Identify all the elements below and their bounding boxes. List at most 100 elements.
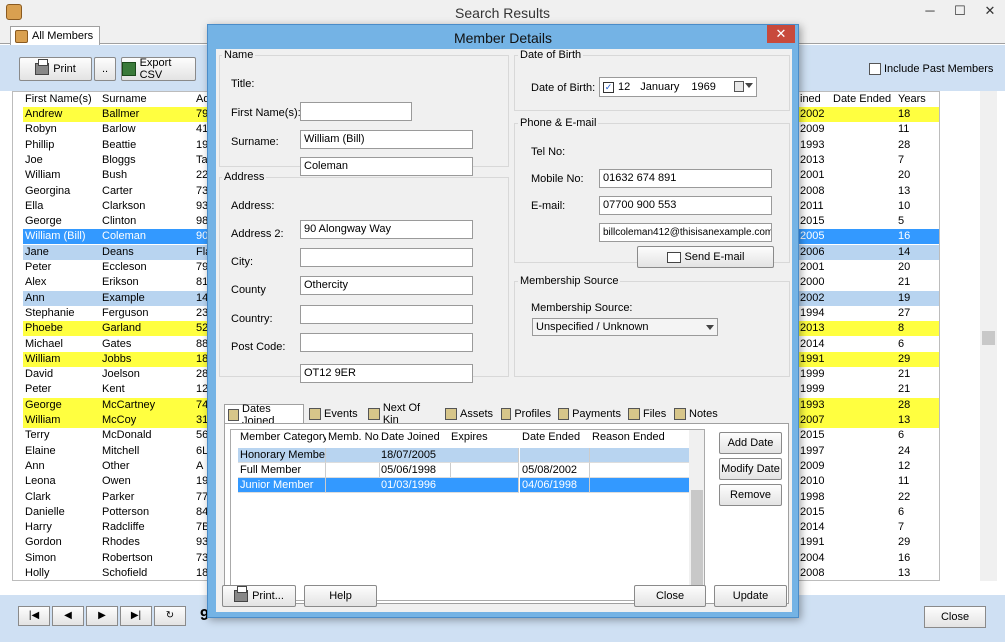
scroll-thumb[interactable]: [691, 490, 703, 585]
col-reason-ended[interactable]: Reason Ended: [590, 430, 690, 445]
dob-picker[interactable]: ✓ 12 January 1969: [599, 77, 757, 97]
cell-ended: [831, 199, 896, 214]
tab-files[interactable]: Files: [625, 404, 670, 423]
close-window-button[interactable]: ✕: [975, 0, 1005, 24]
cell-joined: 1999: [800, 368, 825, 381]
mobile-input[interactable]: 07700 900 553: [599, 196, 772, 215]
cell-surname: Eccleson: [102, 261, 147, 273]
address2-input[interactable]: [300, 248, 473, 267]
minimize-button[interactable]: ─: [915, 0, 945, 24]
col-expires[interactable]: Expires: [449, 430, 519, 445]
dates-scrollbar[interactable]: [689, 430, 704, 600]
window-title: Search Results: [455, 5, 550, 21]
more-button[interactable]: ..: [94, 57, 116, 81]
last-record-button[interactable]: ▶|: [120, 606, 152, 626]
table-row[interactable]: Full Member 05/06/1998 05/08/2002: [231, 463, 704, 478]
cell-surname: Barlow: [102, 123, 136, 136]
cell-joined: 2014: [800, 521, 825, 534]
vertical-scrollbar[interactable]: [980, 91, 997, 581]
close-button[interactable]: Close: [924, 606, 986, 628]
add-date-button[interactable]: Add Date: [719, 432, 782, 454]
export-csv-button[interactable]: Export CSV: [121, 57, 196, 81]
table-row[interactable]: Honorary Member 18/07/2005: [231, 448, 704, 463]
scroll-thumb[interactable]: [982, 331, 995, 345]
first-name-input[interactable]: William (Bill): [300, 130, 473, 149]
col-date-ended[interactable]: Date Ended: [831, 92, 896, 107]
tel-input[interactable]: 01632 674 891: [599, 169, 772, 188]
dialog-print-button[interactable]: Print...: [222, 585, 296, 607]
city-input[interactable]: Othercity: [300, 276, 473, 295]
chevron-down-icon[interactable]: [745, 83, 753, 88]
col-member-category[interactable]: Member Category: [238, 430, 326, 445]
cell-address: 31: [194, 413, 208, 428]
send-email-button[interactable]: Send E-mail: [637, 246, 774, 268]
col-memb-no[interactable]: Memb. No.: [326, 430, 380, 445]
tab-next-of-kin[interactable]: Next Of Kin: [365, 402, 441, 426]
dob-checkbox[interactable]: ✓: [603, 81, 614, 93]
cell-years: 29: [896, 351, 939, 367]
country-input[interactable]: [300, 333, 473, 352]
remove-button[interactable]: Remove: [719, 484, 782, 506]
cell-ended: [831, 138, 896, 153]
print-button[interactable]: Print: [19, 57, 92, 81]
cell-joined: 1998: [800, 490, 825, 503]
cell-first: Robyn: [25, 123, 57, 136]
surname-input[interactable]: Coleman: [300, 157, 473, 176]
address-input[interactable]: 90 Alongway Way: [300, 220, 473, 239]
tab-notes[interactable]: Notes: [671, 404, 721, 423]
tab-profiles[interactable]: Profiles: [498, 404, 554, 423]
prev-record-button[interactable]: ◀: [52, 606, 84, 626]
cell-ended: [831, 122, 896, 137]
cell-joined: 1994: [800, 306, 825, 319]
tab-all-members[interactable]: All Members: [10, 26, 101, 45]
col-address[interactable]: Ad: [194, 92, 208, 107]
printer-icon: [35, 59, 50, 75]
membership-source-select[interactable]: Unspecified / Unknown: [532, 318, 718, 336]
cell-surname: Ferguson: [102, 306, 149, 319]
dates-joined-grid[interactable]: Member Category Memb. No. Date Joined Ex…: [230, 429, 705, 601]
cell-surname: McDonald: [102, 429, 152, 442]
cell-first: David: [25, 368, 54, 381]
dialog-close-button[interactable]: ✕: [767, 25, 795, 43]
col-years[interactable]: Years: [896, 92, 939, 107]
cell-joined: 2009: [800, 459, 825, 472]
table-row[interactable]: Junior Member 01/03/1996 04/06/1998: [231, 478, 704, 493]
cell-joined: 2015: [800, 215, 825, 228]
refresh-button[interactable]: ↻: [154, 606, 186, 626]
next-record-button[interactable]: ▶: [86, 606, 118, 626]
calendar-icon[interactable]: [734, 81, 744, 92]
update-button[interactable]: Update: [714, 585, 787, 607]
include-past-members-checkbox[interactable]: Include Past Members: [869, 63, 993, 75]
help-button[interactable]: Help: [304, 585, 377, 607]
cell-address: 73: [196, 551, 208, 564]
title-input[interactable]: [300, 102, 412, 121]
cell-first: Michael: [25, 337, 63, 350]
modify-date-button[interactable]: Modify Date: [719, 458, 782, 480]
email-input[interactable]: billcoleman412@thisisanexample.com: [599, 223, 772, 242]
maximize-button[interactable]: ☐: [945, 0, 975, 24]
first-record-button[interactable]: |◀: [18, 606, 50, 626]
cell-ended: [831, 290, 896, 306]
cell-surname: Parker: [102, 490, 135, 503]
cell-first: Danielle: [25, 505, 65, 518]
postcode-input[interactable]: OT12 9ER: [300, 364, 473, 383]
col-date-joined[interactable]: Date Joined: [379, 430, 451, 445]
col-first-name[interactable]: First Name(s): [23, 92, 101, 107]
tab-payments[interactable]: Payments: [555, 404, 624, 423]
cell-ended: [831, 229, 896, 245]
dialog-body: Name Title: First Name(s): William (Bill…: [216, 49, 792, 612]
cell-years: 7: [898, 153, 905, 166]
members-icon: [15, 29, 28, 43]
county-input[interactable]: [300, 305, 473, 324]
col-surname[interactable]: Surname: [100, 92, 194, 107]
cell-joined: 2011: [800, 199, 824, 212]
col-date-ended[interactable]: Date Ended: [520, 430, 590, 445]
cell-surname: Coleman: [100, 229, 194, 245]
col-date-joined[interactable]: ined: [798, 92, 833, 107]
cell-address: 19: [196, 475, 208, 488]
checkbox-box[interactable]: [869, 63, 881, 75]
tab-dates-joined[interactable]: Dates Joined: [224, 403, 304, 427]
tab-assets[interactable]: Assets: [442, 404, 497, 423]
dialog-close-button-bottom[interactable]: Close: [634, 585, 706, 607]
tab-events[interactable]: Events: [306, 404, 364, 423]
